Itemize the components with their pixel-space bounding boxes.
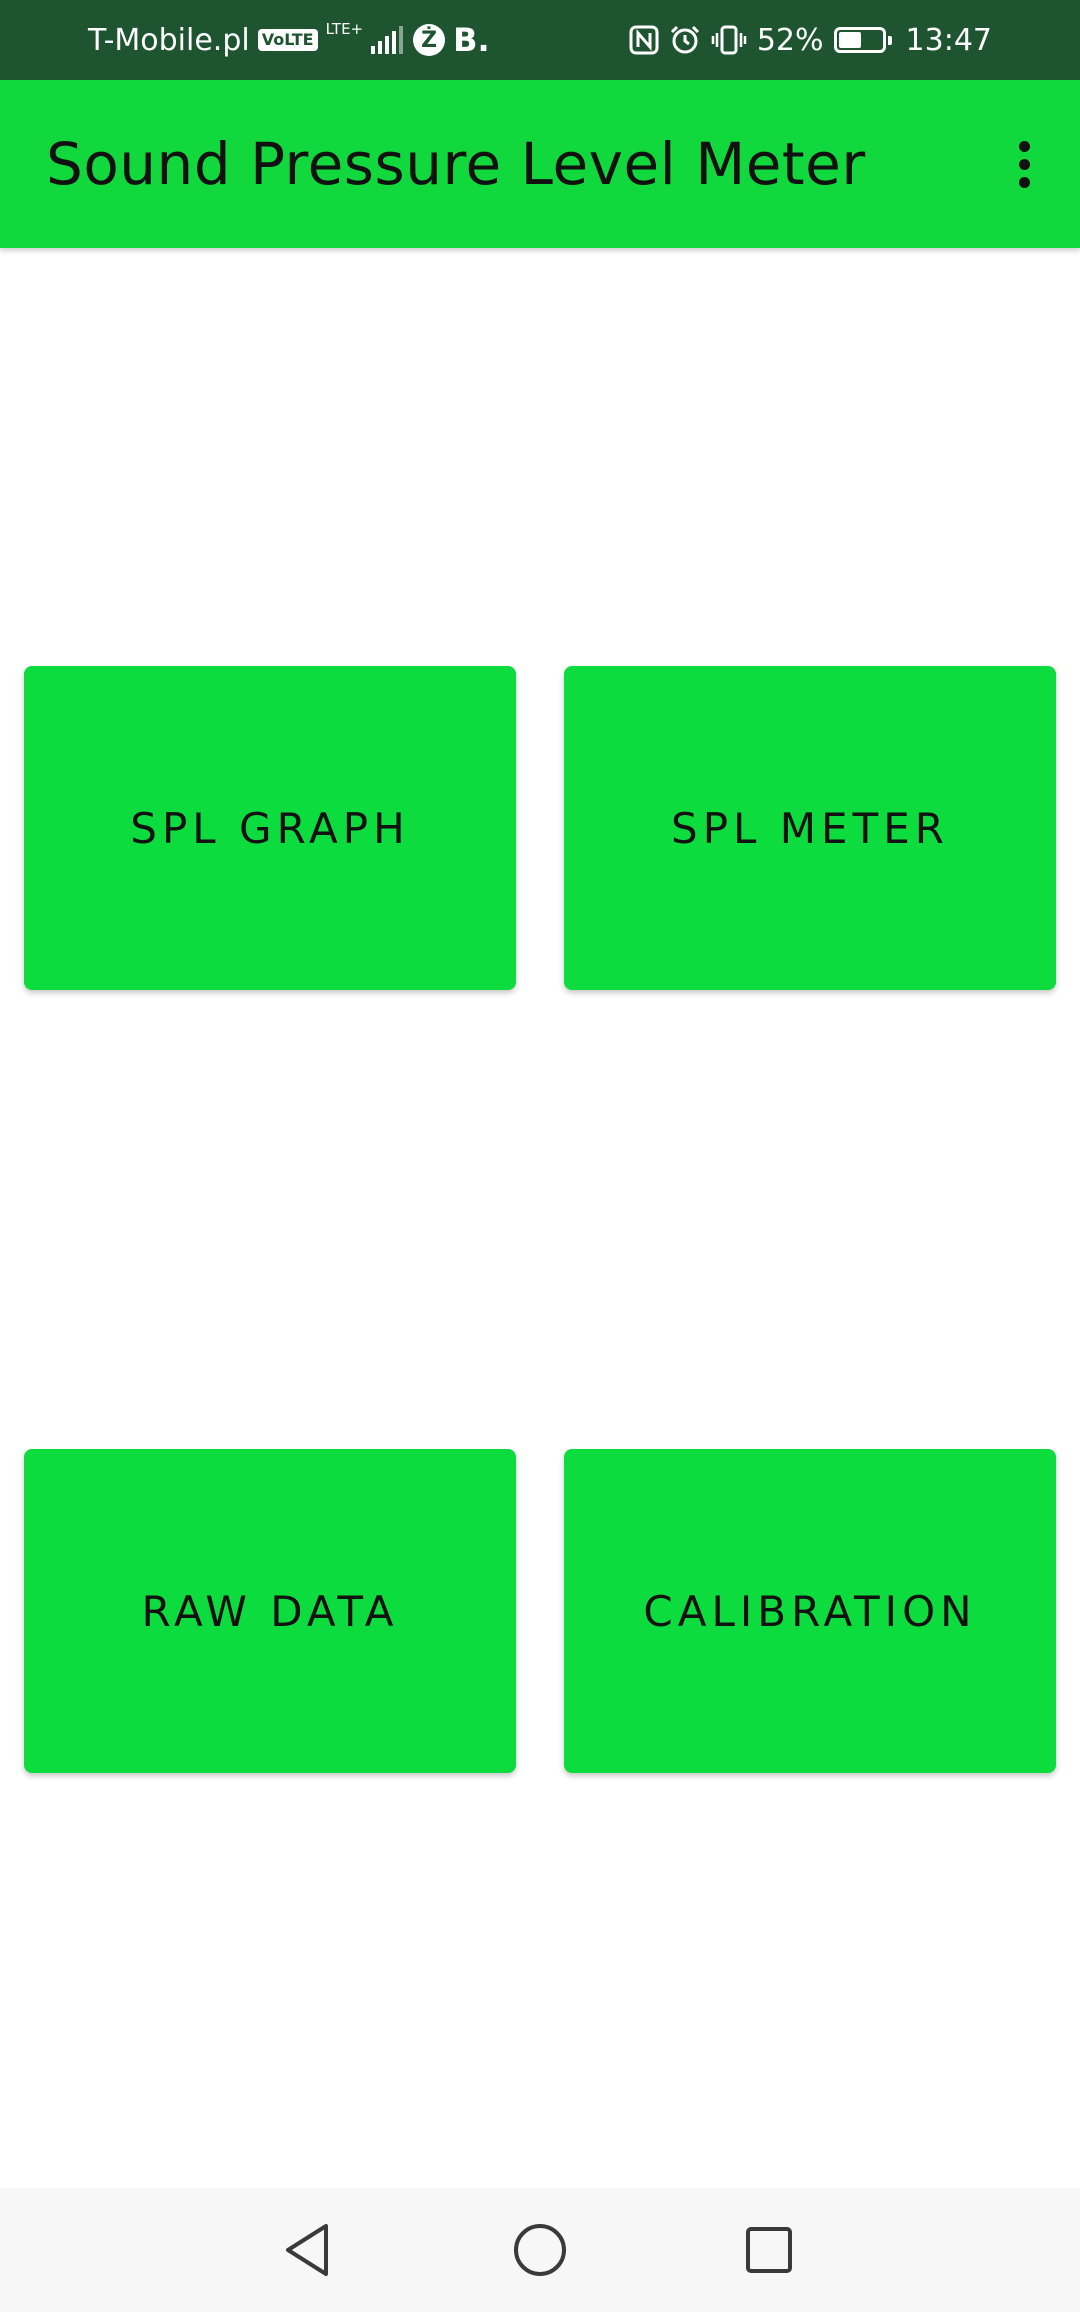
signal-strength-icon (371, 26, 404, 54)
battery-icon (833, 27, 892, 53)
more-vert-icon (1018, 140, 1030, 152)
spl-graph-button[interactable]: SPL GRAPH (24, 666, 516, 990)
overflow-menu-button[interactable] (994, 134, 1054, 194)
calibration-button[interactable]: CALIBRATION (564, 1449, 1056, 1773)
alarm-icon (670, 25, 699, 54)
clock: 13:47 (905, 22, 992, 58)
more-vert-icon-dot (1018, 176, 1030, 188)
battery-level-fill (838, 32, 861, 48)
status-bar: T-Mobile.pl VoLTE LTE+ Ż B. 52% 13:47 (0, 0, 1080, 80)
circle-home-icon (514, 2224, 566, 2276)
carrier-name: T-Mobile.pl (88, 22, 250, 58)
home-button[interactable] (502, 2212, 578, 2288)
battery-percent: 52% (756, 22, 824, 58)
page-title: Sound Pressure Level Meter (46, 130, 866, 198)
nfc-icon (629, 25, 659, 55)
triangle-back-icon (286, 2224, 328, 2276)
b-app-icon: B. (453, 21, 490, 59)
raw-data-button[interactable]: RAW DATA (24, 1449, 516, 1773)
vibrate-icon (711, 25, 747, 55)
lte-indicator: LTE+ (325, 20, 364, 38)
spl-meter-button[interactable]: SPL METER (564, 666, 1056, 990)
system-navigation-bar (0, 2188, 1080, 2312)
volte-badge: VoLTE (257, 29, 318, 51)
recent-apps-button[interactable] (731, 2212, 807, 2288)
square-recent-apps-icon (746, 2227, 792, 2273)
more-vert-icon-dot (1018, 158, 1030, 170)
app-bar: Sound Pressure Level Meter (0, 80, 1080, 248)
status-bar-left: T-Mobile.pl VoLTE LTE+ Ż B. (88, 0, 490, 80)
status-bar-right: 52% 13:47 (629, 0, 992, 80)
z-app-icon: Ż (413, 24, 446, 56)
back-button[interactable] (270, 2212, 346, 2288)
